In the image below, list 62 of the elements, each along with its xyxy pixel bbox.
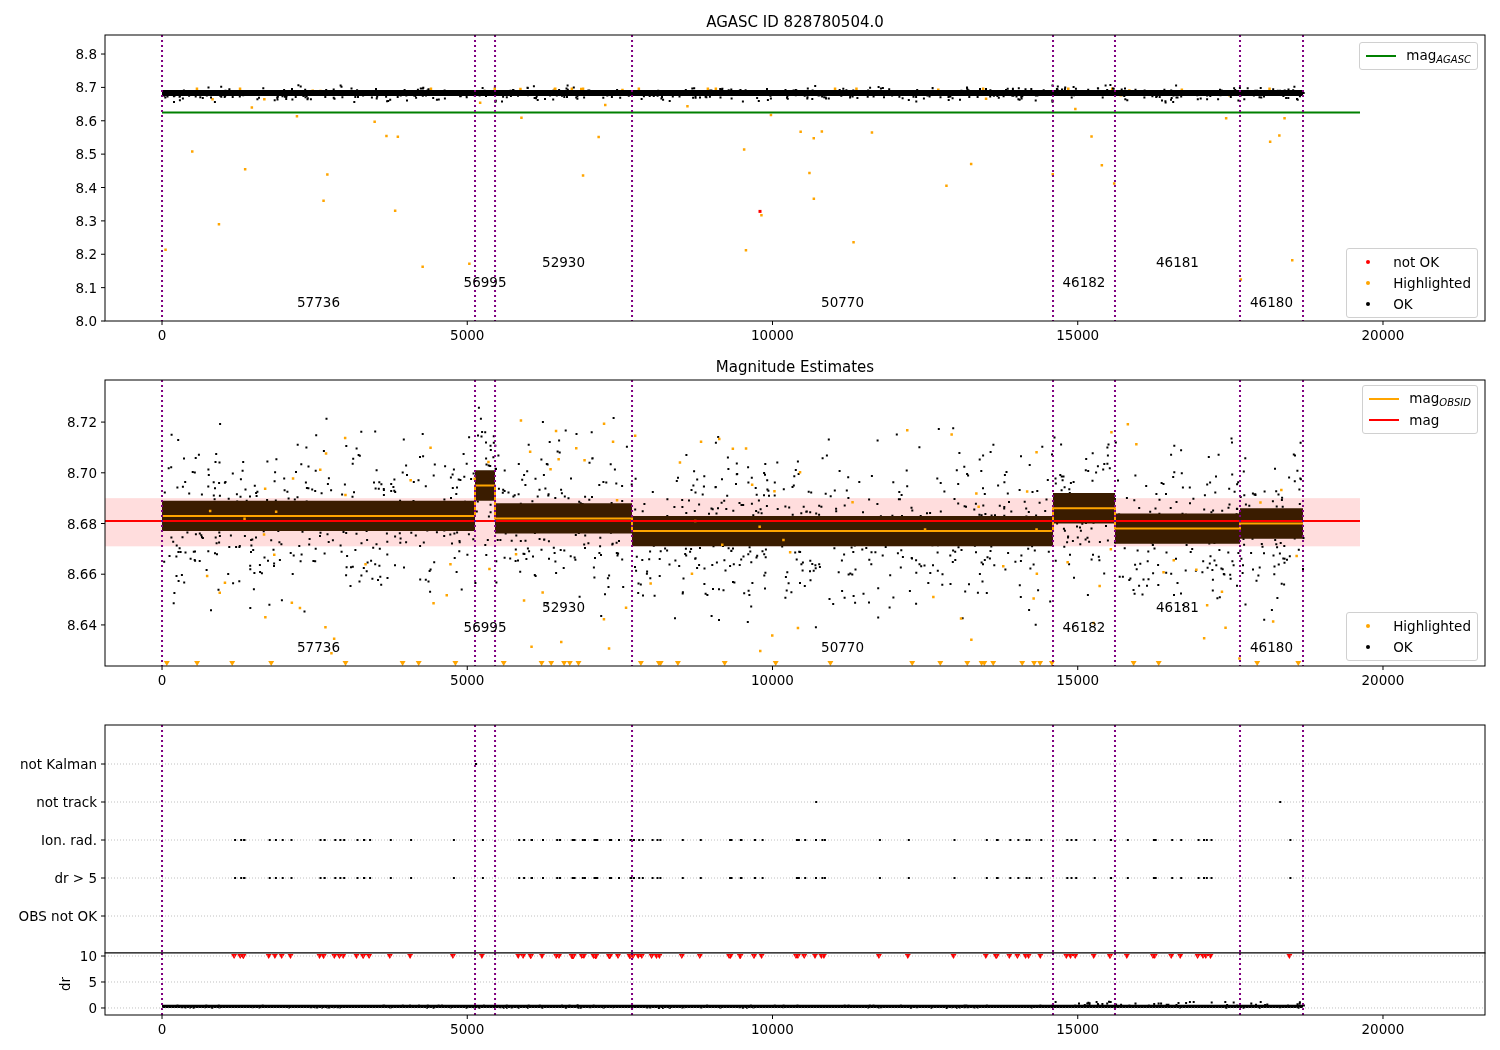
legend-label: OK [1393, 639, 1413, 655]
x-tick-label: 5000 [450, 327, 485, 343]
obsid-label: 52930 [542, 599, 585, 615]
obsid-label: 50770 [821, 294, 864, 310]
legend-label: mag [1409, 412, 1440, 428]
x-tick-label: 20000 [1361, 672, 1405, 688]
obsid-label: 46181 [1156, 599, 1199, 615]
obsid-label: 52930 [542, 254, 585, 270]
legend-label: mag$_{AGASC}$ [1406, 47, 1471, 65]
x-tick-label: 0 [157, 1021, 167, 1037]
obsid-label: 56995 [463, 274, 507, 290]
y-tick-label: 0 [88, 1000, 97, 1016]
y-tick-label: OBS not OK [18, 908, 97, 924]
x-tick-label: 0 [157, 672, 167, 688]
y-tick-label: 8.3 [75, 212, 97, 229]
y-tick-label: 8.7 [75, 79, 97, 96]
x-tick-label: 15000 [1056, 327, 1100, 343]
y-tick-label: 8.72 [66, 414, 97, 431]
chart-title: Magnitude Estimates [715, 358, 875, 376]
obsid-label: 46182 [1062, 619, 1106, 635]
y-tick-label: 8.2 [75, 246, 97, 263]
y-tick-label: 8.1 [75, 279, 97, 296]
chart-title: AGASC ID 828780504.0 [706, 13, 884, 31]
legend-label: mag$_{OBSID}$ [1409, 390, 1471, 408]
obsid-label: 46181 [1156, 254, 1199, 270]
y-tick-label: not track [36, 794, 97, 810]
y-tick-label: 8.64 [66, 616, 97, 633]
y-tick-label: 8.5 [75, 146, 97, 163]
x-tick-label: 15000 [1056, 672, 1100, 688]
x-tick-label: 5000 [450, 1021, 485, 1037]
y-tick-label: Ion. rad. [40, 832, 97, 848]
y-tick-label: not Kalman [19, 756, 97, 772]
legend-label: Highlighted [1393, 618, 1471, 634]
legend-label: OK [1393, 296, 1413, 312]
obsid-label: 50770 [821, 639, 864, 655]
y-axis-label: dr [57, 976, 73, 992]
legend-label: Highlighted [1393, 275, 1471, 291]
x-tick-label: 20000 [1361, 327, 1405, 343]
x-tick-label: 15000 [1056, 1021, 1100, 1037]
y-tick-label: 8.66 [66, 566, 97, 583]
x-tick-label: 5000 [450, 672, 485, 688]
x-tick-label: 10000 [751, 1021, 794, 1037]
y-tick-label: 8.68 [66, 515, 97, 532]
legend-label: not OK [1393, 254, 1440, 270]
y-tick-label: 8.8 [75, 46, 97, 62]
y-tick-label: 8.4 [75, 179, 97, 196]
y-tick-label: 10 [79, 948, 97, 964]
y-tick-label: 5 [88, 974, 97, 990]
y-tick-label: 8.6 [75, 112, 97, 129]
y-tick-label: dr > 5 [54, 870, 97, 886]
y-tick-label: 8.70 [66, 464, 97, 481]
x-tick-label: 20000 [1361, 1021, 1405, 1037]
obsid-label: 57736 [297, 294, 340, 310]
x-tick-label: 0 [157, 327, 167, 343]
obsid-label: 46180 [1250, 639, 1293, 655]
obsid-label: 56995 [463, 619, 507, 635]
obsid-label: 46180 [1250, 294, 1293, 310]
x-tick-label: 10000 [751, 327, 794, 343]
obsid-label: 46182 [1062, 274, 1106, 290]
obsid-label: 57736 [297, 639, 340, 655]
y-tick-label: 8.0 [75, 313, 97, 329]
x-tick-label: 10000 [751, 672, 794, 688]
